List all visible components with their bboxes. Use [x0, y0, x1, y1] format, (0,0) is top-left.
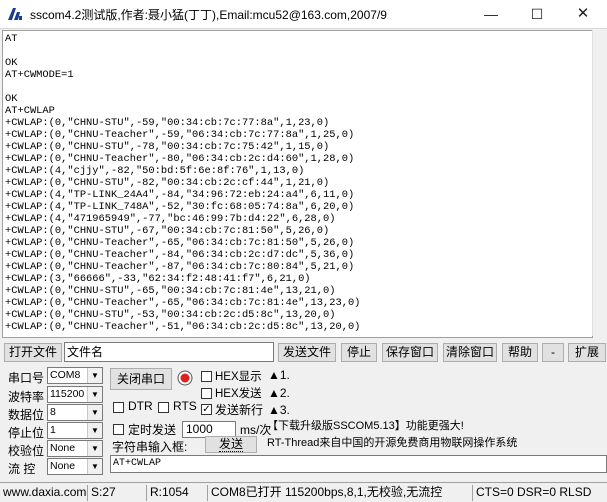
send-newline-checkbox[interactable]: ✓ — [201, 404, 212, 415]
status-lines: CTS=0 DSR=0 RLSD — [472, 485, 607, 501]
filename-field[interactable]: 文件名 — [64, 342, 274, 362]
flow-select[interactable]: None ▼ — [47, 458, 103, 475]
baud-select[interactable]: 115200 ▼ — [47, 386, 103, 403]
hex-display-label: HEX显示 — [215, 371, 262, 383]
baud-value: 115200 — [50, 388, 85, 400]
clear-window-button[interactable]: 清除窗口 — [443, 343, 497, 362]
close-port-button[interactable]: 关闭串口 — [110, 368, 172, 390]
hex-send-checkbox[interactable] — [201, 388, 212, 399]
app-icon — [7, 6, 23, 22]
chevron-down-icon: ▼ — [87, 405, 102, 420]
chevron-down-icon: ▼ — [87, 459, 102, 474]
hex-display-checkbox[interactable] — [201, 371, 212, 382]
timed-send-label: 定时发送 — [128, 423, 177, 437]
status-website[interactable]: www.daxia.com — [0, 485, 86, 501]
quick-send-2[interactable]: ▲2. — [268, 386, 290, 400]
expand-button[interactable]: 扩展 — [568, 343, 606, 362]
rts-checkbox[interactable] — [158, 402, 169, 413]
port-value: COM8 — [50, 369, 81, 381]
status-port: COM8已打开 115200bps,8,1,无校验,无流控 — [207, 485, 471, 501]
port-label: 串口号 — [8, 371, 45, 385]
help-button[interactable]: 帮助 — [502, 343, 538, 362]
send-newline-label: 发送新行 — [215, 403, 264, 417]
send-file-button[interactable]: 发送文件 — [278, 343, 336, 362]
quick-send-3[interactable]: ▲3. — [268, 403, 290, 417]
parity-value: None — [50, 442, 76, 454]
timed-send-checkbox[interactable] — [113, 424, 124, 435]
databits-label: 数据位 — [8, 408, 45, 422]
collapse-button[interactable]: - — [542, 343, 564, 362]
status-bar: www.daxia.com S:27 R:1054 COM8已打开 115200… — [0, 482, 607, 502]
baud-label: 波特率 — [8, 390, 45, 404]
upgrade-link[interactable]: 【下载升级版SSCOM5.13】功能更强大! — [267, 418, 607, 435]
status-sent-count: S:27 — [87, 485, 145, 501]
port-select[interactable]: COM8 ▼ — [47, 367, 103, 384]
rtthread-ad[interactable]: RT-Thread来自中国的开源免费商用物联网操作系统 — [267, 435, 607, 452]
dtr-label: DTR — [128, 399, 153, 413]
stopbits-label: 停止位 — [8, 426, 45, 440]
status-received-count: R:1054 — [146, 485, 206, 501]
stop-button[interactable]: 停止 — [341, 343, 377, 362]
maximize-button[interactable]: ☐ — [514, 0, 560, 28]
send-button[interactable]: 发送 — [205, 436, 257, 453]
receive-area[interactable]: AT OK AT+CWMODE=1 OK AT+CWLAP +CWLAP:(0,… — [2, 30, 593, 338]
chevron-down-icon: ▼ — [87, 387, 102, 402]
title-bar[interactable]: sscom4.2测试版,作者:聂小猛(丁丁),Email:mcu52@163.c… — [0, 0, 607, 29]
open-file-button[interactable]: 打开文件 — [4, 343, 62, 362]
stopbits-select[interactable]: 1 ▼ — [47, 422, 103, 439]
databits-select[interactable]: 8 ▼ — [47, 404, 103, 421]
flow-value: None — [50, 460, 76, 472]
minimize-button[interactable]: — — [468, 0, 514, 28]
chevron-down-icon: ▼ — [87, 368, 102, 383]
databits-value: 8 — [50, 406, 56, 418]
send-button-label: 发送 — [218, 437, 243, 452]
save-window-button[interactable]: 保存窗口 — [382, 343, 438, 362]
window-title: sscom4.2测试版,作者:聂小猛(丁丁),Email:mcu52@163.c… — [30, 8, 387, 22]
port-status-led-icon — [177, 370, 193, 386]
flow-label: 流 控 — [8, 462, 36, 476]
input-label: 字符串输入框: — [112, 440, 188, 454]
chevron-down-icon: ▼ — [87, 441, 102, 456]
parity-label: 校验位 — [8, 444, 45, 458]
receive-scrollbar[interactable] — [592, 30, 607, 336]
dtr-checkbox[interactable] — [113, 402, 124, 413]
hex-send-label: HEX发送 — [215, 388, 262, 400]
send-text-field[interactable]: AT+CWLAP — [110, 455, 607, 473]
stopbits-value: 1 — [50, 424, 56, 436]
info-panel: 【下载升级版SSCOM5.13】功能更强大! RT-Thread来自中国的开源免… — [267, 418, 607, 452]
quick-send-1[interactable]: ▲1. — [268, 368, 290, 382]
parity-select[interactable]: None ▼ — [47, 440, 103, 457]
chevron-down-icon: ▼ — [87, 423, 102, 438]
close-button[interactable]: ✕ — [560, 0, 606, 28]
receive-text: AT OK AT+CWMODE=1 OK AT+CWLAP +CWLAP:(0,… — [5, 33, 361, 333]
rts-label: RTS — [173, 399, 197, 413]
